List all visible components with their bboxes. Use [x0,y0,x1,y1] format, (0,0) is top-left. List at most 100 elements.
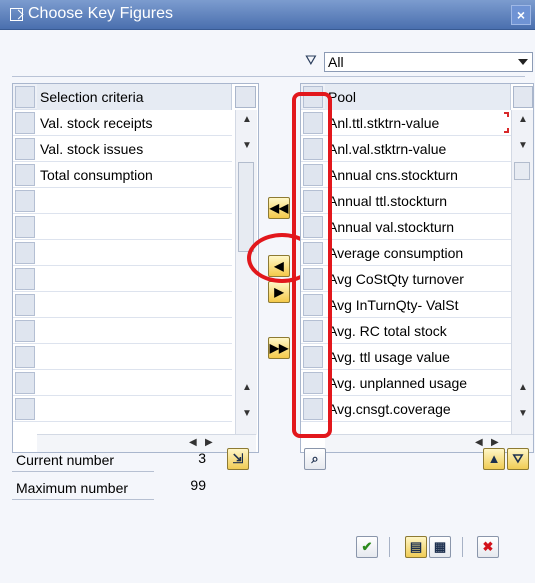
row-selector[interactable] [15,346,35,368]
row-selector[interactable] [15,112,35,134]
row-selector[interactable] [15,372,35,394]
scroll-thumb[interactable] [238,162,254,252]
divider [12,471,154,472]
pool-filter-value: All [328,54,344,70]
row-label: Average consumption [328,245,464,261]
scroll-right-icon[interactable]: ▶ [491,437,499,448]
scroll-thumb[interactable] [514,162,530,180]
current-number-label: Current number [16,452,115,468]
copy-view-icon[interactable]: ▦ [429,536,451,558]
row-label: Annual ttl.stockturn [328,193,448,209]
table-row[interactable] [13,318,232,344]
vertical-scrollbar[interactable]: ▲ ▼ ▲ ▼ [511,110,533,435]
row-label [37,370,232,396]
row-label: Annual cns.stockturn [328,167,458,183]
column-header-selection-criteria[interactable]: Selection criteria [37,84,232,110]
table-header: Pool [301,84,511,110]
table-row[interactable]: Val. stock issues [13,136,232,162]
position-button[interactable]: ⇲ [227,448,249,470]
table-row[interactable] [13,188,232,214]
column-header-pool[interactable]: Pool [325,84,511,110]
scroll-up-icon[interactable]: ▲ [241,114,253,126]
table-row[interactable] [13,344,232,370]
row-selector[interactable] [15,138,35,160]
row-label: Avg. ttl usage value [328,349,450,365]
scroll-left-icon[interactable]: ◀ [475,437,483,448]
row-label: Avg.cnsgt.coverage [328,401,451,417]
dialog-body: ⛛ All Selection criteria Val. stock rece… [0,30,535,583]
table-row[interactable] [13,396,232,422]
table-row[interactable] [13,266,232,292]
table-row[interactable]: Avg CoStQty turnover [301,266,511,292]
table-row[interactable] [13,240,232,266]
row-selector[interactable] [15,216,35,238]
move-all-left-button[interactable]: ◀◀ [268,197,290,219]
table-row[interactable] [13,370,232,396]
row-label [37,214,232,240]
move-all-right-button[interactable]: ▶▶ [268,337,290,359]
maximum-number-value: 99 [190,477,206,493]
scroll-left-icon[interactable]: ◀ [189,437,197,448]
table-row[interactable]: Avg. ttl usage value [301,344,511,370]
save-view-icon[interactable]: ▤ [405,536,427,558]
row-selector[interactable] [15,164,35,186]
horizontal-scrollbar[interactable]: ◀ ▶ [37,434,256,452]
table-header: Selection criteria [13,84,232,110]
funnel-icon[interactable]: ⛛ [305,53,320,68]
table-row[interactable]: Avg. RC total stock [301,318,511,344]
column-config-button[interactable] [235,86,256,108]
close-button[interactable]: × [511,5,531,25]
row-label: Total consumption [40,167,153,183]
divider [12,499,154,500]
table-row[interactable]: Annual val.stockturn [301,214,511,240]
row-label [37,318,232,344]
row-label [37,396,232,422]
table-row[interactable]: Average consumption [301,240,511,266]
row-selector[interactable] [15,268,35,290]
row-selector[interactable] [15,242,35,264]
row-selector[interactable] [15,294,35,316]
table-row[interactable] [13,292,232,318]
table-row[interactable]: Avg.cnsgt.coverage [301,396,511,422]
scroll-up-icon[interactable]: ▲ [517,382,529,394]
column-config-button[interactable] [513,86,533,108]
scroll-up-icon[interactable]: ▲ [517,114,529,126]
sort-ascending-icon[interactable]: ▲ [483,448,505,470]
row-label: Avg InTurnQty- ValSt [328,297,459,313]
table-row[interactable]: Total consumption [13,162,232,188]
table-row[interactable]: Annual cns.stockturn [301,162,511,188]
row-selector[interactable] [15,320,35,342]
row-selector[interactable] [15,190,35,212]
table-row[interactable]: Val. stock receipts [13,110,232,136]
chevron-down-icon [518,59,528,65]
row-label: Anl.ttl.stktrn-value [328,115,440,131]
confirm-button[interactable]: ✔ [356,536,378,558]
move-right-button[interactable]: ▶ [268,281,290,303]
row-selector[interactable] [15,398,35,420]
binoculars-icon[interactable]: ⌕ [304,448,326,470]
divider [12,76,525,77]
table-row[interactable]: Anl.ttl.stktrn-value [301,110,511,136]
table-row[interactable] [13,214,232,240]
scroll-down-icon[interactable]: ▼ [241,140,253,152]
row-label [37,188,232,214]
scroll-up-icon[interactable]: ▲ [241,382,253,394]
row-label: Val. stock issues [40,141,144,157]
table-row[interactable]: Avg InTurnQty- ValSt [301,292,511,318]
maximum-number-label: Maximum number [16,480,129,496]
row-label: Val. stock receipts [40,115,153,131]
row-label: Avg. unplanned usage [328,375,468,391]
scroll-down-icon[interactable]: ▼ [517,408,529,420]
scroll-down-icon[interactable]: ▼ [241,408,253,420]
table-row[interactable]: Avg. unplanned usage [301,370,511,396]
focus-corner-marker [504,128,509,133]
select-all-cell[interactable] [15,86,35,108]
sort-descending-icon[interactable]: ⛛ [507,448,529,470]
scroll-right-icon[interactable]: ▶ [205,437,213,448]
pool-filter-select[interactable]: All [324,52,533,72]
row-label [37,266,232,292]
table-row[interactable]: Anl.val.stktrn-value [301,136,511,162]
scroll-down-icon[interactable]: ▼ [517,140,529,152]
cancel-button[interactable]: ✖ [477,536,499,558]
table-row[interactable]: Annual ttl.stockturn [301,188,511,214]
